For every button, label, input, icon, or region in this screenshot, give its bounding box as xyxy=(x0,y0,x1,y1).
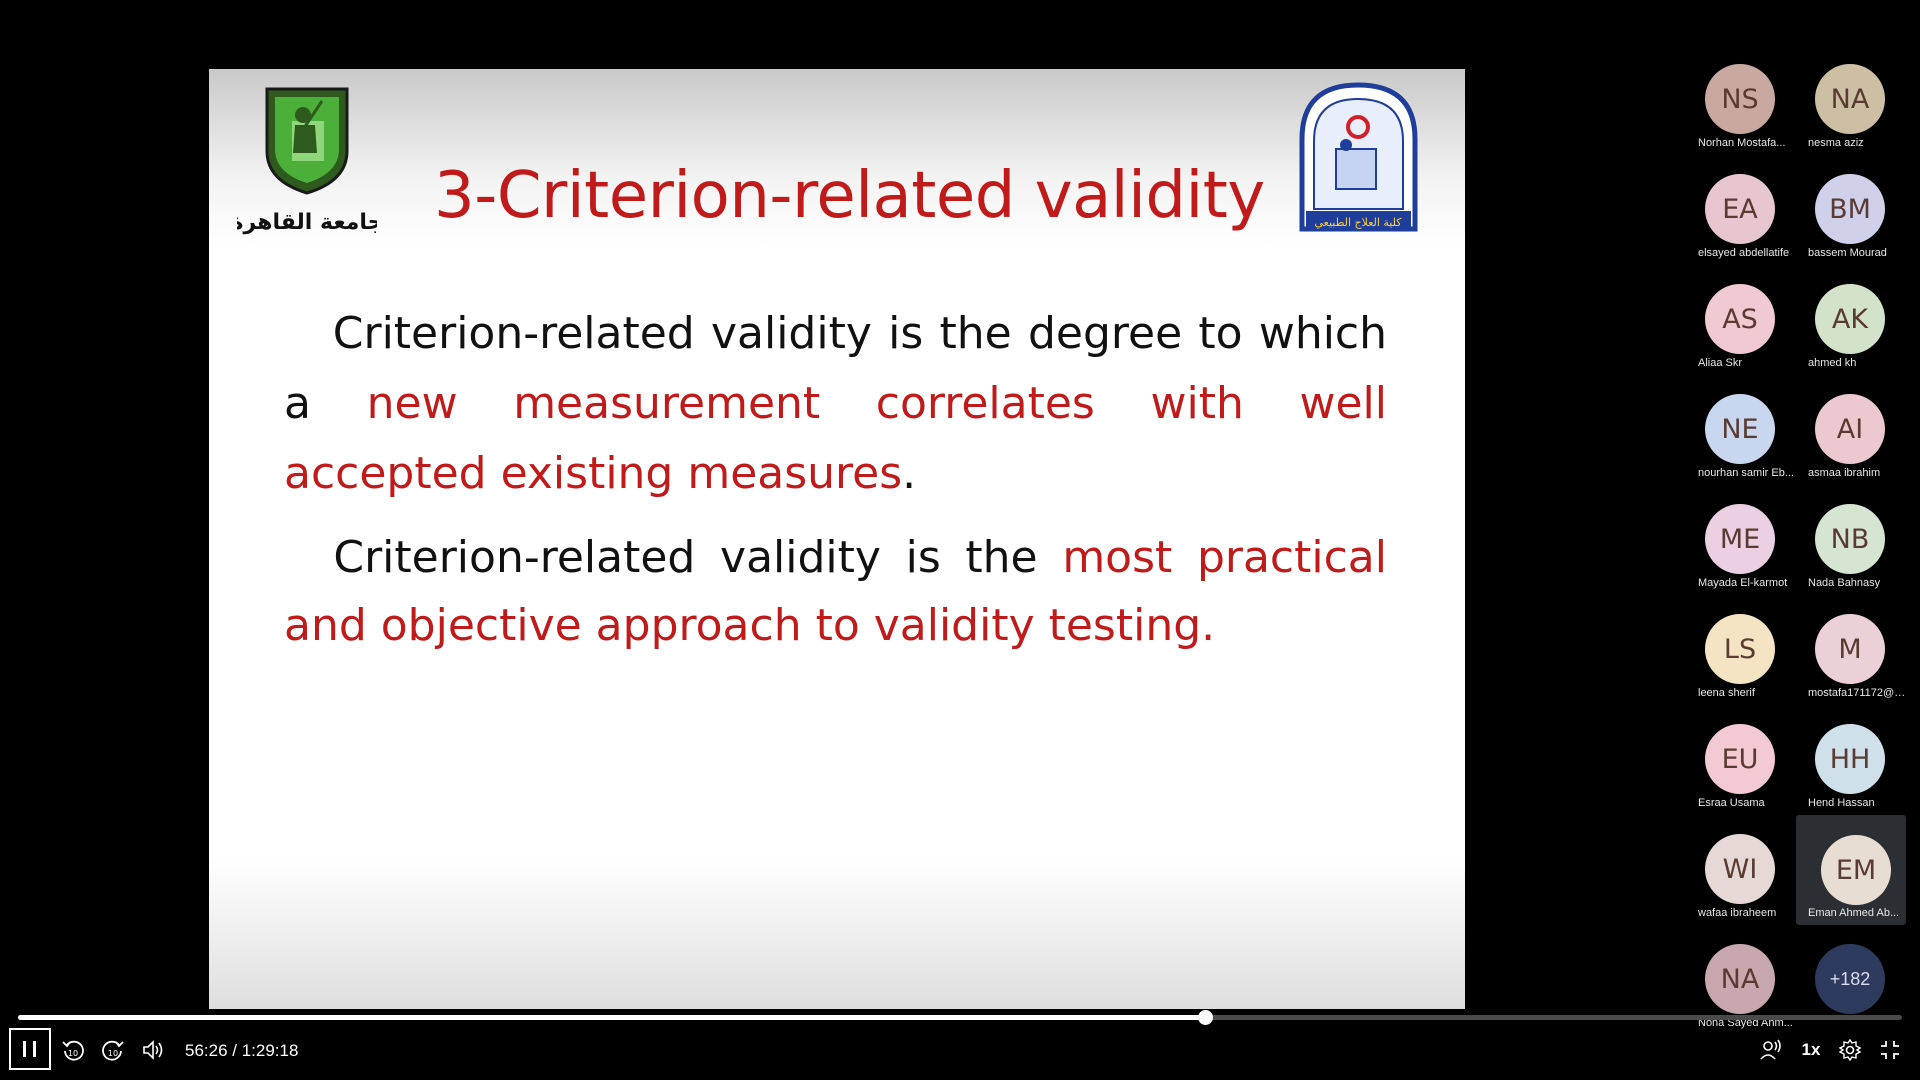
avatar: NB xyxy=(1815,504,1885,574)
slide-paragraph-2: Criterion-related validity is the most p… xyxy=(284,524,1387,660)
svg-text:10: 10 xyxy=(68,1049,78,1058)
participant-tile[interactable]: WI wafaa ibraheem xyxy=(1680,830,1788,938)
participant-tile[interactable]: EU Esraa Usama xyxy=(1680,720,1788,828)
cairo-university-logo: جامعة القاهرة xyxy=(237,87,377,235)
rewind-10-icon: 10 xyxy=(62,1040,84,1061)
exit-fullscreen-button[interactable] xyxy=(1875,1029,1905,1071)
avatar: LS xyxy=(1705,614,1775,684)
participant-tile[interactable]: NB Nada Bahnasy xyxy=(1790,500,1898,608)
para1-highlight: new measurement correlates with well acc… xyxy=(284,378,1387,499)
presentation-slide: جامعة القاهرة 3-Criterion-related validi… xyxy=(209,69,1465,1009)
participant-name: Norhan Mostafa... xyxy=(1698,137,1786,149)
slide-paragraph-1: Criterion-related validity is the degree… xyxy=(284,299,1387,509)
avatar: NE xyxy=(1705,394,1775,464)
para2-text: Criterion-related validity is the xyxy=(333,532,1063,583)
avatar: AK xyxy=(1815,284,1885,354)
slide-title: 3-Criterion-related validity xyxy=(434,159,1265,233)
faculty-physical-therapy-logo: كلية العلاج الطبيعي xyxy=(1299,82,1418,232)
participant-tile[interactable]: ME Mayada El-karmot xyxy=(1680,500,1788,608)
participant-name: asmaa ibrahim xyxy=(1808,467,1881,479)
participant-tile[interactable]: NS Norhan Mostafa... xyxy=(1680,60,1788,168)
audio-description-icon xyxy=(1760,1039,1781,1060)
playback-time: 56:26 / 1:29:18 xyxy=(185,1041,299,1060)
participant-name: nesma aziz xyxy=(1808,137,1864,149)
avatar: EA xyxy=(1705,174,1775,244)
avatar: EM xyxy=(1821,835,1891,905)
playback-speed-button[interactable]: 1x xyxy=(1795,1029,1827,1071)
player-controls: 10 10 56:26 / 1:29:18 1x xyxy=(0,1025,1920,1080)
settings-button[interactable] xyxy=(1835,1029,1865,1071)
pause-icon xyxy=(23,1041,36,1057)
participant-tile[interactable]: NE nourhan samir Eb... xyxy=(1680,390,1794,498)
gear-icon xyxy=(1838,1038,1862,1062)
participant-name: wafaa ibraheem xyxy=(1698,907,1777,919)
logo-right-text: كلية العلاج الطبيعي xyxy=(1314,216,1402,229)
volume-icon xyxy=(143,1040,163,1060)
avatar: AI xyxy=(1815,394,1885,464)
participant-tile[interactable]: EA elsayed abdellatife xyxy=(1680,170,1789,278)
participant-tile[interactable]: LS leena sherif xyxy=(1680,610,1788,718)
svg-text:10: 10 xyxy=(108,1049,118,1058)
avatar: NA xyxy=(1705,944,1775,1014)
progress-bar[interactable] xyxy=(18,1010,1902,1025)
avatar: NA xyxy=(1815,64,1885,134)
participant-tile[interactable]: AS Aliaa Skr xyxy=(1680,280,1788,388)
participant-name: Esraa Usama xyxy=(1698,797,1765,809)
avatar: NS xyxy=(1705,64,1775,134)
avatar: HH xyxy=(1815,724,1885,794)
avatar: WI xyxy=(1705,834,1775,904)
participant-name: elsayed abdellatife xyxy=(1698,247,1790,259)
participant-tile[interactable]: M mostafa171172@b... xyxy=(1790,610,1908,718)
participant-tile[interactable]: AI asmaa ibrahim xyxy=(1790,390,1898,498)
pause-button[interactable] xyxy=(9,1028,51,1070)
participant-name: mostafa171172@b... xyxy=(1808,687,1908,699)
participant-tile[interactable]: NA nesma aziz xyxy=(1790,60,1898,168)
participant-name: nourhan samir Eb... xyxy=(1698,467,1794,479)
exit-fullscreen-icon xyxy=(1881,1041,1899,1059)
avatar: BM xyxy=(1815,174,1885,244)
participant-tile[interactable]: BM bassem Mourad xyxy=(1790,170,1898,278)
avatar: ME xyxy=(1705,504,1775,574)
rewind-10-button[interactable]: 10 xyxy=(58,1029,88,1071)
participant-name: Mayada El-karmot xyxy=(1698,577,1788,589)
volume-button[interactable] xyxy=(138,1029,168,1071)
participant-name: Aliaa Skr xyxy=(1698,357,1743,369)
audio-description-button[interactable] xyxy=(1755,1029,1785,1071)
logo-left-text: جامعة القاهرة xyxy=(237,210,377,235)
progress-handle[interactable] xyxy=(1197,1010,1213,1025)
para1-end: . xyxy=(902,448,917,499)
participant-tile[interactable]: HH Hend Hassan xyxy=(1790,720,1898,828)
avatar: EU xyxy=(1705,724,1775,794)
participant-name: Nada Bahnasy xyxy=(1808,577,1881,589)
participant-tile-active[interactable]: EM Eman Ahmed Ab... xyxy=(1796,815,1906,925)
participant-name: Eman Ahmed Ab... xyxy=(1808,907,1900,919)
participant-name: ahmed kh xyxy=(1808,357,1857,369)
avatar: AS xyxy=(1705,284,1775,354)
more-participants-button[interactable]: +182 xyxy=(1815,944,1885,1014)
participant-tile[interactable]: AK ahmed kh xyxy=(1790,280,1898,388)
participant-name: bassem Mourad xyxy=(1808,247,1887,259)
participant-name: Hend Hassan xyxy=(1808,797,1875,809)
forward-10-icon: 10 xyxy=(102,1040,124,1061)
forward-10-button[interactable]: 10 xyxy=(98,1029,128,1071)
progress-fill xyxy=(18,1015,1205,1020)
avatar: M xyxy=(1815,614,1885,684)
participant-name: leena sherif xyxy=(1698,687,1755,699)
